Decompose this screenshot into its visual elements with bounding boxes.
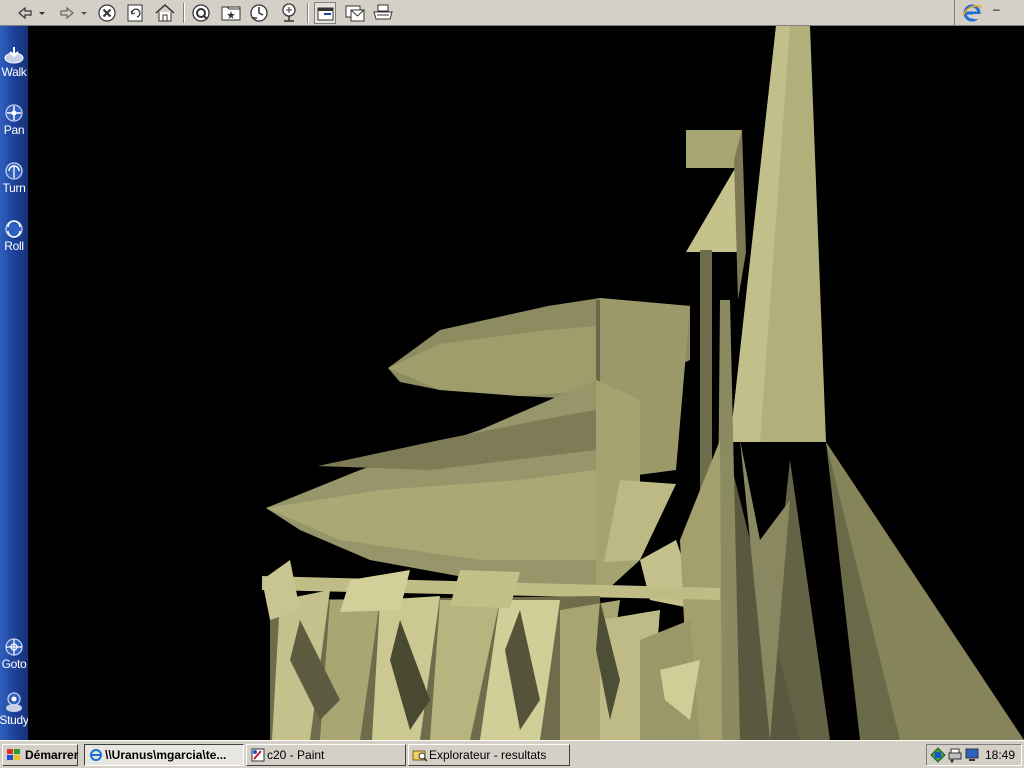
task-paint[interactable]: c20 - Paint [246, 744, 406, 766]
printer-tray-icon[interactable] [947, 747, 963, 763]
toolbar-separator [183, 3, 185, 23]
fullscreen-icon[interactable] [314, 2, 336, 24]
task-label: Explorateur - resultats [429, 748, 547, 762]
roll-icon [5, 220, 23, 238]
study-label: Study [0, 713, 29, 727]
stop-icon[interactable] [96, 2, 118, 24]
refresh-icon[interactable] [124, 2, 146, 24]
task-label: c20 - Paint [267, 748, 325, 762]
study-button[interactable]: Study [0, 690, 29, 736]
turn-label: Turn [2, 181, 26, 195]
pan-button[interactable]: Pan [0, 102, 28, 148]
ie-logo-icon [961, 2, 983, 24]
monitor-tray-icon[interactable] [964, 747, 980, 763]
search-icon[interactable] [190, 2, 212, 24]
print-icon[interactable] [372, 2, 394, 24]
walk-button[interactable]: Walk [0, 44, 28, 90]
pan-label: Pan [3, 123, 25, 137]
channels-icon[interactable] [278, 2, 300, 24]
home-icon[interactable] [154, 2, 176, 24]
clock: 18:49 [984, 748, 1015, 762]
navigation-sidebar: Walk Pan Turn Roll Goto Study [0, 26, 29, 740]
favorites-icon[interactable] [220, 2, 242, 24]
walk-label: Walk [1, 65, 27, 79]
windows-logo-icon [7, 749, 20, 760]
toolbar-separator [307, 3, 309, 23]
task-ie-window[interactable]: \\Uranus\mgarcia\te... [84, 744, 244, 766]
start-button[interactable]: Démarrer [2, 744, 78, 766]
minimize-button[interactable]: – [993, 2, 1000, 16]
network-icon[interactable] [930, 747, 946, 763]
goto-icon [5, 638, 23, 656]
browser-toolbar-right: – [954, 0, 1024, 26]
paint-icon [251, 748, 265, 762]
explorer-icon [412, 750, 428, 762]
task-label: \\Uranus\mgarcia\te... [105, 748, 227, 762]
back-dropdown-icon[interactable] [36, 2, 48, 24]
browser-toolbar [0, 0, 954, 26]
back-icon[interactable] [14, 2, 36, 24]
start-label: Démarrer [25, 748, 79, 762]
walk-icon [4, 47, 24, 64]
3d-viewport[interactable] [28, 26, 1024, 740]
mail-icon[interactable] [344, 2, 366, 24]
pan-icon [5, 104, 23, 122]
history-icon[interactable] [248, 2, 270, 24]
turn-button[interactable]: Turn [0, 160, 28, 206]
ie-icon [90, 749, 102, 761]
forward-dropdown-icon[interactable] [78, 2, 90, 24]
task-explorer[interactable]: Explorateur - resultats [408, 744, 570, 766]
forward-icon[interactable] [56, 2, 78, 24]
taskbar: Démarrer \\Uranus\mgarcia\te... c20 - Pa… [0, 740, 1024, 768]
turn-icon [5, 162, 23, 180]
roll-button[interactable]: Roll [0, 218, 28, 264]
roll-label: Roll [4, 239, 24, 253]
system-tray: 18:49 [926, 744, 1022, 766]
goto-button[interactable]: Goto [0, 636, 28, 682]
study-icon [6, 692, 22, 712]
3d-model-render [262, 26, 1024, 740]
goto-label: Goto [1, 657, 27, 671]
